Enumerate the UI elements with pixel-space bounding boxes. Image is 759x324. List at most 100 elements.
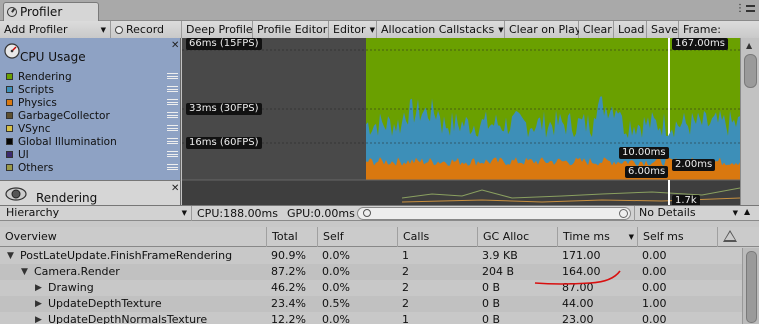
table-row[interactable]: ▶ UpdateDepthNormalsTexture 12.2% 0.0% 1… [0, 312, 742, 324]
row-self: 0.0% [322, 281, 350, 294]
cpu-usage-chart[interactable]: 66ms (15FPS) 33ms (30FPS) 16ms (60FPS) 1… [182, 38, 740, 205]
drag-handle-icon[interactable] [167, 164, 178, 170]
legend-label: Global Illumination [18, 135, 117, 148]
legend-swatch [6, 86, 13, 93]
column-label: Calls [403, 230, 430, 243]
column-header-gc-alloc[interactable]: GC Alloc [477, 227, 557, 247]
clear-search-icon[interactable] [619, 209, 628, 218]
drag-handle-icon[interactable] [167, 151, 178, 157]
load-button[interactable]: Load [614, 21, 647, 38]
legend-item-rendering[interactable]: Rendering [6, 70, 180, 83]
add-profiler-dropdown[interactable]: Add Profiler ▼ [0, 21, 111, 38]
column-header-time-ms[interactable]: Time ms ▼ [557, 227, 637, 247]
table-row[interactable]: ▼ PostLateUpdate.FinishFrameRendering 90… [0, 248, 742, 264]
close-icon[interactable]: ✕ [171, 40, 179, 51]
collapse-arrow-icon[interactable]: ▶ [35, 296, 42, 312]
cpu-usage-panel[interactable]: CPU Usage ✕ Rendering Scripts Physics Ga… [0, 38, 181, 180]
search-icon [363, 209, 371, 217]
expand-arrow-icon[interactable]: ▼ [7, 248, 14, 264]
chart-label-render-value: 1.7k [672, 195, 700, 205]
column-header-overview[interactable]: Overview [0, 227, 266, 247]
legend-item-physics[interactable]: Physics [6, 96, 180, 109]
column-label: Self ms [643, 230, 684, 243]
legend-swatch [6, 164, 13, 171]
dropdown-arrow-icon: ▼ [369, 25, 375, 34]
expand-arrow-icon[interactable]: ▼ [21, 264, 28, 280]
drag-handle-icon[interactable] [167, 73, 178, 79]
drag-handle-icon[interactable] [167, 99, 178, 105]
profile-editor-button[interactable]: Profile Editor [253, 21, 329, 38]
deep-profile-label: Deep Profile [186, 23, 253, 36]
column-header-self[interactable]: Self [317, 227, 397, 247]
column-header-total[interactable]: Total [266, 227, 317, 247]
scrollbar-thumb[interactable] [744, 54, 757, 88]
legend-item-ui[interactable]: UI [6, 148, 180, 161]
legend-item-global-illumination[interactable]: Global Illumination [6, 135, 180, 148]
scroll-up-icon[interactable]: ▲ [744, 207, 750, 216]
column-header-warnings[interactable] [717, 227, 742, 247]
row-gc-alloc: 0 B [482, 313, 501, 324]
dropdown-arrow-icon: ▼ [181, 209, 187, 217]
row-gc-alloc: 204 B [482, 265, 515, 278]
close-icon[interactable]: ✕ [171, 183, 179, 194]
record-icon [115, 25, 123, 34]
view-mode-dropdown[interactable]: Hierarchy ▼ [2, 206, 192, 221]
search-input[interactable] [357, 207, 631, 220]
scrollbar-thumb[interactable] [746, 251, 757, 323]
legend-swatch [6, 125, 13, 132]
chart-label-6ms: 6.00ms [625, 166, 669, 178]
drag-handle-icon[interactable] [167, 86, 178, 92]
warning-icon [723, 230, 737, 242]
collapse-arrow-icon[interactable]: ▶ [35, 280, 42, 296]
record-button[interactable]: Record [111, 21, 182, 38]
row-self-ms: 0.00 [642, 313, 667, 324]
column-header-self-ms[interactable]: Self ms [637, 227, 717, 247]
deep-profile-button[interactable]: Deep Profile [182, 21, 253, 38]
row-self-ms: 0.00 [642, 249, 667, 262]
collapse-arrow-icon[interactable]: ▶ [35, 312, 42, 324]
chart-label-33ms: 33ms (30FPS) [186, 103, 262, 115]
chart-scrollbar[interactable]: ▲ [740, 38, 759, 205]
clear-on-play-button[interactable]: Clear on Play [505, 21, 581, 38]
details-dropdown[interactable]: No Details ▼ [634, 206, 742, 221]
column-header-calls[interactable]: Calls [397, 227, 477, 247]
clear-button[interactable]: Clear [579, 21, 614, 38]
drag-handle-icon[interactable] [167, 138, 178, 144]
row-self: 0.0% [322, 249, 350, 262]
row-calls: 2 [402, 297, 409, 310]
profiler-tab[interactable]: Profiler [3, 2, 99, 21]
allocation-callstacks-label: Allocation Callstacks [381, 23, 495, 36]
profiler-icon [7, 7, 17, 17]
row-self-ms: 0.00 [642, 265, 667, 278]
rendering-panel[interactable]: Rendering ✕ [0, 180, 181, 205]
row-total: 46.2% [271, 281, 306, 294]
legend-swatch [6, 73, 13, 80]
profiler-toolbar: Add Profiler ▼ Record Deep Profile Profil… [0, 21, 759, 38]
row-name: PostLateUpdate.FinishFrameRendering [20, 249, 233, 262]
clear-label: Clear [583, 23, 612, 36]
scroll-up-icon[interactable]: ▲ [746, 41, 752, 50]
add-profiler-label: Add Profiler [4, 23, 68, 36]
table-scrollbar[interactable] [742, 248, 759, 324]
column-label: Self [323, 230, 344, 243]
row-calls: 2 [402, 281, 409, 294]
save-button[interactable]: Save [647, 21, 679, 38]
legend-item-vsync[interactable]: VSync [6, 122, 180, 135]
legend-item-garbagecollector[interactable]: GarbageCollector [6, 109, 180, 122]
legend-swatch [6, 151, 13, 158]
legend-item-scripts[interactable]: Scripts [6, 83, 180, 96]
drag-handle-icon[interactable] [167, 125, 178, 131]
row-name: UpdateDepthNormalsTexture [48, 313, 208, 324]
drag-handle-icon[interactable] [167, 112, 178, 118]
table-row[interactable]: ▶ Drawing 46.2% 0.0% 2 0 B 87.00 0.00 [0, 280, 742, 296]
cpu-usage-title: CPU Usage [20, 50, 86, 64]
allocation-callstacks-dropdown[interactable]: Allocation Callstacks ▼ [377, 21, 505, 38]
editor-dropdown[interactable]: Editor ▼ [329, 21, 377, 38]
chart-label-selected-frame: 167.00ms [672, 38, 728, 50]
dropdown-arrow-icon: ▼ [498, 25, 504, 34]
table-row[interactable]: ▶ UpdateDepthTexture 23.4% 0.5% 2 0 B 44… [0, 296, 742, 312]
table-row[interactable]: ▼ Camera.Render 87.2% 0.0% 2 204 B 164.0… [0, 264, 742, 280]
window-menu-icon[interactable]: ⋮ [735, 3, 755, 14]
row-name: Camera.Render [34, 265, 120, 278]
legend-item-others[interactable]: Others [6, 161, 180, 174]
